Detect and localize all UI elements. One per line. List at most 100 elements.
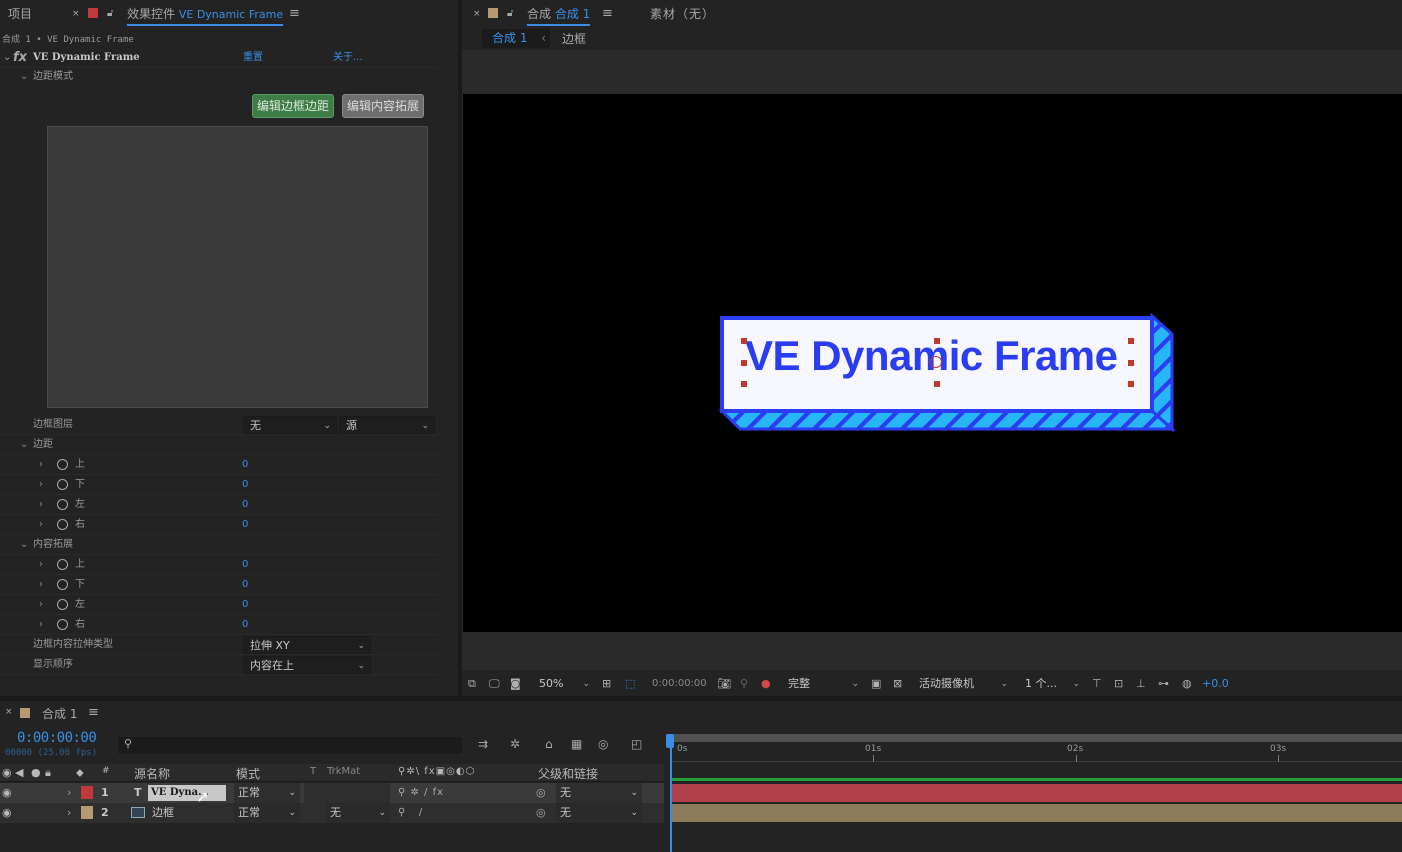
fast-preview-icon[interactable]: ⊡ — [1114, 674, 1123, 694]
flowchart-icon[interactable]: ⊶ — [1158, 674, 1169, 694]
transparency-grid-icon[interactable]: ▣ — [871, 674, 881, 694]
toggle-pixel-icon[interactable]: ⊤ — [1092, 674, 1102, 694]
color-channels-icon[interactable]: ● — [761, 674, 771, 694]
tab-effect-controls[interactable]: 效果控件 VE Dynamic Frame — [127, 0, 284, 26]
close-icon[interactable]: × — [72, 0, 80, 28]
stopwatch-icon[interactable] — [57, 479, 68, 490]
tab-project[interactable]: 项目 — [8, 0, 32, 28]
chevron-down-icon[interactable]: ⌄ — [20, 67, 28, 87]
playhead-handle[interactable] — [666, 734, 674, 748]
order-select[interactable]: 内容在上 ⌄ — [243, 656, 371, 674]
camera-select[interactable]: 活动摄像机 ⌄ — [913, 675, 1013, 693]
param-value[interactable]: 0 — [242, 595, 248, 615]
motion-blur-icon[interactable]: ◎ — [598, 737, 608, 751]
camera-snapshot-icon[interactable]: 📷︎ — [717, 674, 731, 694]
exposure-value[interactable]: +0.0 — [1202, 674, 1229, 694]
stopwatch-icon[interactable] — [57, 599, 68, 610]
col-parent[interactable]: 父级和链接 — [538, 765, 598, 782]
anchor-point-icon[interactable] — [930, 356, 942, 368]
chevron-down-icon[interactable]: ⌄ — [20, 435, 28, 455]
effect-header-row[interactable]: ⌄ fx VE Dynamic Frame 重置 关于... — [0, 48, 438, 68]
trkmat-select[interactable]: 无 ⌄ — [326, 803, 390, 823]
vr-icon[interactable]: ◙ — [510, 674, 521, 694]
panel-menu-icon[interactable]: ≡ — [289, 0, 300, 28]
pickwhip-icon[interactable]: ◎ — [536, 803, 546, 823]
content-bottom-row[interactable]: › 下 0 — [0, 575, 438, 595]
col-source-name[interactable]: 源名称 — [134, 765, 170, 782]
transform-handle[interactable] — [934, 381, 940, 387]
3d-view-icon[interactable]: ⊠ — [893, 674, 902, 694]
content-expand-group[interactable]: ⌄ 内容拓展 — [0, 535, 438, 555]
mode-select[interactable]: 正常 ⌄ — [234, 803, 300, 823]
fit-icon[interactable]: ⊞ — [602, 674, 611, 694]
chevron-right-icon[interactable]: › — [67, 803, 71, 823]
col-trkmat[interactable]: TrkMat — [327, 766, 360, 777]
layer-search-input[interactable]: ⚲ — [118, 737, 462, 754]
stretch-type-row[interactable]: 边框内容拉伸类型 拉伸 XY ⌄ — [0, 635, 438, 655]
transform-handle[interactable] — [741, 338, 747, 344]
panel-menu-icon[interactable]: ≡ — [602, 0, 613, 28]
zoom-select[interactable]: 50% ⌄ — [533, 675, 595, 693]
lock-icon[interactable]: 🔓︎ — [107, 0, 113, 28]
chevron-right-icon[interactable]: › — [39, 575, 43, 595]
eye-icon[interactable]: ◉ — [2, 803, 12, 823]
stopwatch-icon[interactable] — [57, 499, 68, 510]
chevron-down-icon[interactable]: ⌄ — [20, 535, 28, 555]
trkmat-select[interactable] — [304, 783, 390, 803]
switches-icons[interactable]: ⚲✲\ fx▣◎◐⬡ — [398, 766, 475, 777]
chevron-right-icon[interactable]: › — [39, 595, 43, 615]
display-order-row[interactable]: 显示顺序 内容在上 ⌄ — [0, 655, 438, 675]
col-t[interactable]: T — [310, 766, 316, 777]
transform-handle[interactable] — [934, 338, 940, 344]
graph-editor-icon[interactable]: ◰ — [631, 737, 642, 751]
chevron-right-icon[interactable]: › — [39, 515, 43, 535]
exposure-reset-icon[interactable]: ◍ — [1182, 674, 1192, 694]
chevron-right-icon[interactable]: › — [39, 455, 43, 475]
transform-handle[interactable] — [1128, 338, 1134, 344]
param-value[interactable]: 0 — [242, 555, 248, 575]
content-left-row[interactable]: › 左 0 — [0, 595, 438, 615]
resolution-select[interactable]: 完整 ⌄ — [782, 675, 864, 693]
show-snapshot-icon[interactable]: ⚲ — [740, 674, 748, 694]
breadcrumb-layer[interactable]: 边框 — [562, 30, 586, 47]
label-color-swatch[interactable] — [81, 806, 93, 819]
frame-source-select[interactable]: 源 ⌄ — [339, 416, 435, 434]
chevron-down-icon[interactable]: ⌄ — [3, 48, 11, 68]
about-link[interactable]: 关于... — [333, 48, 363, 68]
layer-bar-2[interactable] — [672, 804, 1402, 822]
region-of-interest-icon[interactable]: ⬚ — [625, 674, 635, 694]
audio-icon[interactable]: ◀︎ — [15, 766, 23, 779]
timeline-icon[interactable]: ⊥ — [1136, 674, 1146, 694]
lock-icon[interactable]: 🔒︎ — [45, 766, 51, 780]
stopwatch-icon[interactable] — [57, 559, 68, 570]
draft-3d-icon[interactable]: ✲ — [510, 737, 520, 751]
frame-layer-row[interactable]: 边框图层 无 ⌄ 源 ⌄ — [0, 415, 438, 435]
work-area-bar[interactable] — [670, 734, 1402, 742]
solo-icon[interactable]: ● — [31, 766, 41, 779]
margin-mode-group[interactable]: ⌄ 边距模式 — [0, 67, 438, 87]
close-icon[interactable]: × — [473, 0, 481, 28]
timeline-tab[interactable]: 合成 1 — [42, 705, 77, 722]
switches[interactable]: ⚲ / — [398, 803, 423, 823]
param-value[interactable]: 0 — [242, 455, 248, 475]
col-mode[interactable]: 模式 — [236, 765, 260, 782]
views-select[interactable]: 1 个... ⌄ — [1019, 675, 1085, 693]
edit-content-expand-button[interactable]: 编辑内容拓展 — [342, 94, 424, 118]
chevron-right-icon[interactable]: › — [39, 475, 43, 495]
fx-icon[interactable]: fx — [13, 48, 27, 68]
tab-composition[interactable]: 合成 合成 1 — [527, 0, 591, 26]
transform-handle[interactable] — [1128, 360, 1134, 366]
label-color-swatch[interactable] — [81, 786, 93, 799]
param-value[interactable]: 0 — [242, 615, 248, 635]
reset-link[interactable]: 重置 — [243, 48, 263, 68]
time-ruler[interactable] — [670, 742, 1402, 762]
switches[interactable]: ⚲ ✲ / fx — [398, 783, 444, 803]
parent-select[interactable]: 无 ⌄ — [556, 803, 642, 823]
layer-row-2[interactable]: ◉ › 2 边框 正常 ⌄ 无 ⌄ ⚲ / ◎ 无 ⌄ — [0, 803, 664, 823]
timeline-timecode[interactable]: 0:00:00:00 — [17, 730, 97, 746]
content-right-row[interactable]: › 右 0 — [0, 615, 438, 635]
stopwatch-icon[interactable] — [57, 579, 68, 590]
tab-footage[interactable]: 素材（无） — [650, 0, 715, 28]
margin-group[interactable]: ⌄ 边距 — [0, 435, 438, 455]
content-top-row[interactable]: › 上 0 — [0, 555, 438, 575]
